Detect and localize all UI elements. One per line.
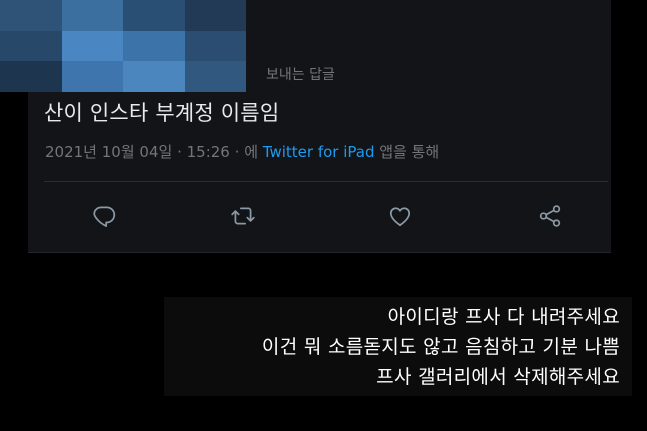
caption-line-2: 이건 뭐 소름돋지도 않고 음침하고 기분 나쁨: [261, 335, 620, 358]
share-icon: [539, 205, 561, 227]
tweet-meta: 2021년 10월 04일 · 15:26 · 에 Twitter for iP…: [45, 141, 439, 162]
tweet-source-link[interactable]: Twitter for iPad: [263, 143, 375, 161]
meta-separator: ·: [177, 143, 187, 161]
retweet-button[interactable]: [225, 198, 261, 234]
divider: [44, 181, 608, 182]
like-button[interactable]: [382, 198, 418, 234]
caption-overlay: 아이디랑 프사 다 내려주세요 이건 뭐 소름돋지도 않고 음침하고 기분 나쁨…: [164, 297, 632, 396]
reply-icon: [93, 206, 116, 227]
screenshot-stage: 보내는 답글 산이 인스타 부계정 이름임 2021년 10월 04일 · 15…: [0, 0, 647, 431]
tweet-time[interactable]: 15:26: [187, 143, 230, 161]
reply-button[interactable]: [86, 198, 122, 234]
via-suffix: 앱을 통해: [379, 143, 440, 161]
caption-line-1: 아이디랑 프사 다 내려주세요: [387, 305, 620, 328]
share-button[interactable]: [532, 198, 568, 234]
tweet-text: 산이 인스타 부계정 이름임: [44, 101, 280, 125]
tweet-actions: [28, 198, 611, 234]
retweet-icon: [231, 207, 255, 225]
via-prefix: 에: [244, 143, 258, 161]
reply-context: 보내는 답글: [266, 67, 335, 83]
pixelated-avatar: [0, 0, 246, 92]
caption-line-3: 프사 갤러리에서 삭제해주세요: [376, 365, 620, 388]
tweet-date[interactable]: 2021년 10월 04일: [45, 143, 172, 161]
meta-separator: ·: [234, 143, 245, 161]
heart-icon: [389, 207, 411, 227]
